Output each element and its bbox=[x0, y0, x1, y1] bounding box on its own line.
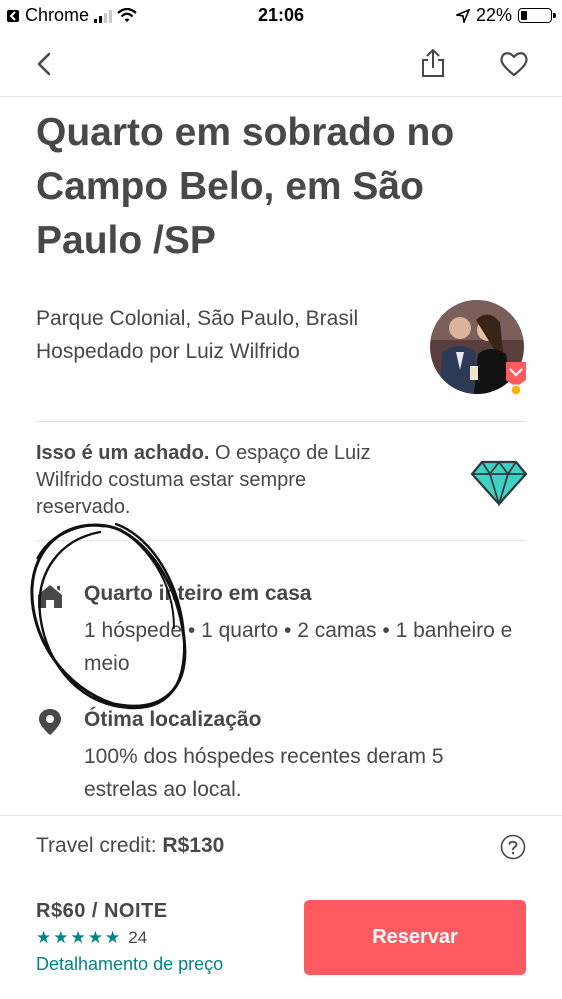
host-name[interactable]: Hospedado por Luiz Wilfrido bbox=[36, 335, 358, 368]
travel-credit-label: Travel credit: bbox=[36, 834, 163, 857]
share-icon[interactable] bbox=[415, 46, 451, 82]
rare-find-notice: Isso é um achado. O espaço de Luiz Wilfr… bbox=[36, 440, 406, 521]
top-nav-bar bbox=[0, 32, 562, 97]
rare-find-bold: Isso é um achado. bbox=[36, 442, 210, 464]
battery-percent: 22% bbox=[475, 5, 512, 25]
reserve-button[interactable]: Reservar bbox=[304, 900, 526, 975]
status-bar: Chrome 21:06 22% bbox=[0, 0, 562, 32]
location-pin-icon bbox=[39, 709, 61, 735]
review-count: 24 bbox=[128, 928, 148, 947]
battery-icon bbox=[518, 8, 556, 23]
travel-credit-text: Travel credit: R$130 bbox=[36, 834, 224, 858]
diamond-icon bbox=[470, 460, 528, 508]
listing-title: Quarto em sobrado no Campo Belo, em São … bbox=[36, 111, 455, 262]
booking-bar: R$60 / NOITE ★ ★ ★ ★ ★ 24 Detalhamento d… bbox=[0, 876, 562, 999]
house-icon bbox=[38, 585, 62, 608]
star-icon: ★ bbox=[36, 928, 52, 947]
superhost-badge-icon bbox=[506, 362, 526, 396]
nightly-price: R$60 / NOITE bbox=[36, 900, 168, 922]
divider bbox=[36, 540, 526, 541]
feature-description: 100% dos hóspedes recentes deram 5 estre… bbox=[84, 745, 444, 801]
price-breakdown-link[interactable]: Detalhamento de preço bbox=[36, 954, 223, 975]
star-icon: ★ bbox=[105, 928, 121, 947]
star-icon: ★ bbox=[53, 928, 69, 947]
star-icon: ★ bbox=[87, 928, 103, 947]
location-arrow-icon bbox=[455, 8, 470, 23]
star-icon: ★ bbox=[70, 928, 86, 947]
listing-location-block: Parque Colonial, São Paulo, Brasil Hospe… bbox=[36, 302, 358, 368]
heart-icon[interactable] bbox=[496, 46, 532, 82]
listing-location: Parque Colonial, São Paulo, Brasil bbox=[36, 307, 359, 330]
feature-description: 1 hóspede • 1 quarto • 2 camas • 1 banhe… bbox=[84, 619, 513, 675]
chevron-left-icon[interactable] bbox=[30, 46, 62, 82]
divider bbox=[36, 421, 526, 422]
feature-heading: Quarto inteiro em casa bbox=[84, 582, 312, 605]
rating[interactable]: ★ ★ ★ ★ ★ 24 bbox=[36, 928, 147, 948]
travel-credit-bar: Travel credit: R$130 bbox=[0, 815, 562, 877]
travel-credit-amount: R$130 bbox=[162, 834, 225, 857]
feature-heading: Ótima localização bbox=[84, 708, 262, 731]
question-mark-icon[interactable] bbox=[500, 834, 526, 860]
